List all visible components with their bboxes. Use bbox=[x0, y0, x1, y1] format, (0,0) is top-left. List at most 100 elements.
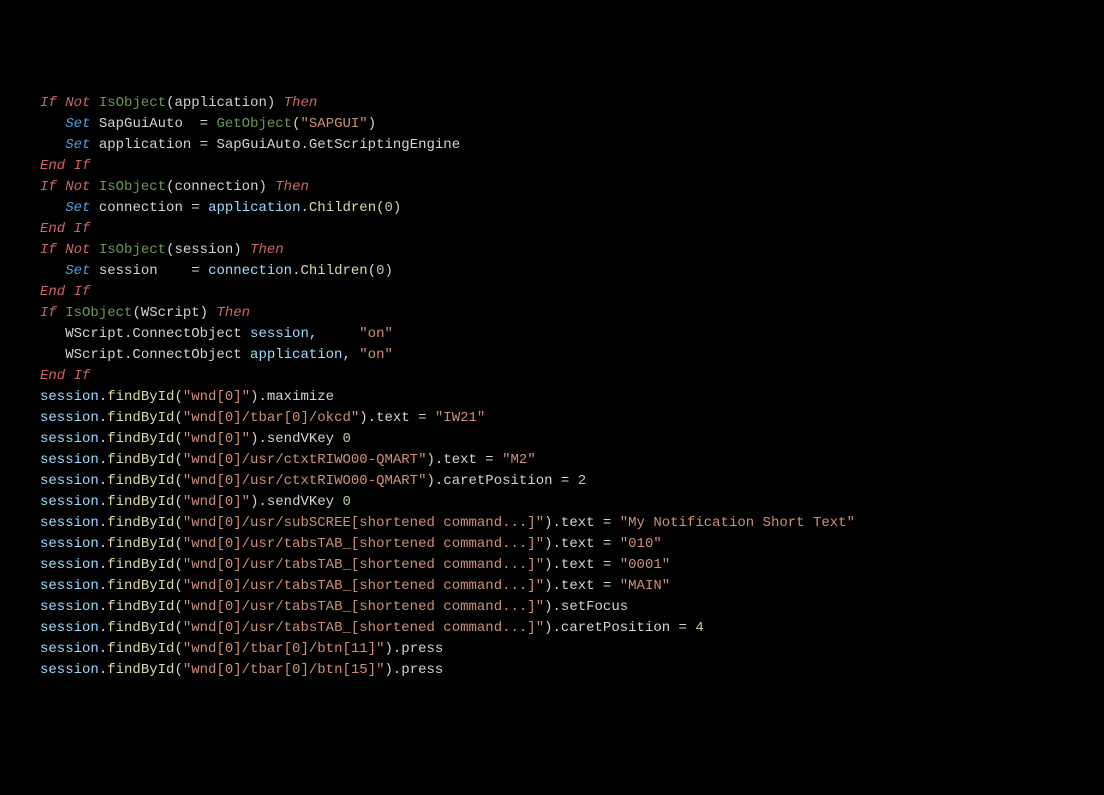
code-token: (session) bbox=[166, 242, 250, 258]
code-token: GetObject bbox=[216, 116, 292, 132]
code-token: Then bbox=[216, 305, 250, 321]
code-token bbox=[65, 284, 73, 300]
code-token: session bbox=[40, 536, 99, 552]
code-token: ( bbox=[174, 494, 182, 510]
code-token bbox=[40, 116, 65, 132]
code-token: "wnd[0]" bbox=[183, 389, 250, 405]
code-line: session.findById("wnd[0]/tbar[0]/btn[11]… bbox=[40, 639, 1064, 660]
code-token: If bbox=[74, 284, 91, 300]
code-token: "My Notification Short Text" bbox=[620, 515, 855, 531]
code-token: ).press bbox=[384, 662, 443, 678]
code-token bbox=[40, 137, 65, 153]
code-token: ( bbox=[174, 536, 182, 552]
code-token: ).text = bbox=[544, 515, 620, 531]
code-token: findById bbox=[107, 641, 174, 657]
code-token: Not bbox=[65, 242, 90, 258]
code-token: findById bbox=[107, 431, 174, 447]
code-token: Then bbox=[275, 179, 309, 195]
code-line: session.findById("wnd[0]/tbar[0]/btn[15]… bbox=[40, 660, 1064, 681]
code-token: . bbox=[300, 200, 308, 216]
code-token: 0 bbox=[376, 263, 384, 279]
code-token: . bbox=[99, 557, 107, 573]
code-token: session bbox=[40, 557, 99, 573]
code-token: session = bbox=[90, 263, 208, 279]
code-token: ( bbox=[174, 473, 182, 489]
code-token: IsObject bbox=[99, 242, 166, 258]
code-token: connection = bbox=[90, 200, 208, 216]
code-token: "wnd[0]/usr/tabsTAB_[shortened command..… bbox=[183, 599, 544, 615]
code-token: ( bbox=[174, 557, 182, 573]
code-token: findById bbox=[107, 662, 174, 678]
code-token: Then bbox=[284, 95, 318, 111]
code-token: findById bbox=[107, 620, 174, 636]
code-token: "wnd[0]/usr/subSCREE[shortened command..… bbox=[183, 515, 544, 531]
code-token: ).text = bbox=[544, 578, 620, 594]
code-line: If Not IsObject(session) Then bbox=[40, 240, 1064, 261]
code-token bbox=[57, 242, 65, 258]
code-token: 0 bbox=[385, 200, 393, 216]
code-token: findById bbox=[107, 536, 174, 552]
code-token: ).sendVKey bbox=[250, 431, 342, 447]
code-token bbox=[40, 200, 65, 216]
code-token: Not bbox=[65, 95, 90, 111]
code-token: . bbox=[99, 662, 107, 678]
code-token: ( bbox=[174, 410, 182, 426]
code-token: Then bbox=[250, 242, 284, 258]
code-token: "on" bbox=[359, 326, 393, 342]
code-line: session.findById("wnd[0]/usr/tabsTAB_[sh… bbox=[40, 618, 1064, 639]
code-token: If bbox=[40, 242, 57, 258]
code-token: SapGuiAuto = bbox=[90, 116, 216, 132]
code-token bbox=[65, 368, 73, 384]
code-token: ).text = bbox=[544, 536, 620, 552]
code-token: ( bbox=[174, 578, 182, 594]
code-token: Set bbox=[65, 263, 90, 279]
code-token: ( bbox=[174, 452, 182, 468]
code-token: ).text = bbox=[426, 452, 502, 468]
code-token: application bbox=[250, 347, 342, 363]
code-token: "010" bbox=[620, 536, 662, 552]
code-token: findById bbox=[107, 515, 174, 531]
code-token: "wnd[0]/usr/tabsTAB_[shortened command..… bbox=[183, 578, 544, 594]
code-token: session bbox=[40, 494, 99, 510]
code-token: ).maximize bbox=[250, 389, 334, 405]
code-token: session bbox=[40, 473, 99, 489]
code-line: session.findById("wnd[0]").sendVKey 0 bbox=[40, 492, 1064, 513]
code-token: Children bbox=[300, 263, 367, 279]
code-token: ( bbox=[174, 662, 182, 678]
code-token: (connection) bbox=[166, 179, 275, 195]
code-line: session.findById("wnd[0]/tbar[0]/okcd").… bbox=[40, 408, 1064, 429]
code-token: findById bbox=[107, 578, 174, 594]
code-token: 0 bbox=[342, 494, 350, 510]
code-line: End If bbox=[40, 366, 1064, 387]
code-token: IsObject bbox=[99, 95, 166, 111]
code-line: Set connection = application.Children(0) bbox=[40, 198, 1064, 219]
code-token: . bbox=[99, 410, 107, 426]
code-line: Set application = SapGuiAuto.GetScriptin… bbox=[40, 135, 1064, 156]
code-token: WScript.ConnectObject bbox=[40, 347, 250, 363]
code-token: ( bbox=[174, 599, 182, 615]
code-token: (application) bbox=[166, 95, 284, 111]
code-token: findById bbox=[107, 599, 174, 615]
code-line: WScript.ConnectObject session, "on" bbox=[40, 324, 1064, 345]
code-token: findById bbox=[107, 473, 174, 489]
code-token: 2 bbox=[578, 473, 586, 489]
code-token: session bbox=[40, 662, 99, 678]
code-line: session.findById("wnd[0]/usr/tabsTAB_[sh… bbox=[40, 576, 1064, 597]
code-token: findById bbox=[107, 410, 174, 426]
code-token: ).sendVKey bbox=[250, 494, 342, 510]
code-token: "0001" bbox=[620, 557, 670, 573]
code-line: session.findById("wnd[0]/usr/ctxtRIWO00-… bbox=[40, 450, 1064, 471]
code-token: Not bbox=[65, 179, 90, 195]
code-token: application = SapGuiAuto.GetScriptingEng… bbox=[90, 137, 460, 153]
code-token: ).press bbox=[384, 641, 443, 657]
code-token: "IW21" bbox=[435, 410, 485, 426]
code-token: "SAPGUI" bbox=[301, 116, 368, 132]
code-token: . bbox=[99, 431, 107, 447]
code-token: "wnd[0]" bbox=[183, 431, 250, 447]
code-token: Set bbox=[65, 137, 90, 153]
code-token bbox=[65, 221, 73, 237]
code-token: ) bbox=[385, 263, 393, 279]
code-token: "wnd[0]/usr/tabsTAB_[shortened command..… bbox=[183, 536, 544, 552]
code-token: session bbox=[250, 326, 309, 342]
code-token: (WScript) bbox=[132, 305, 216, 321]
